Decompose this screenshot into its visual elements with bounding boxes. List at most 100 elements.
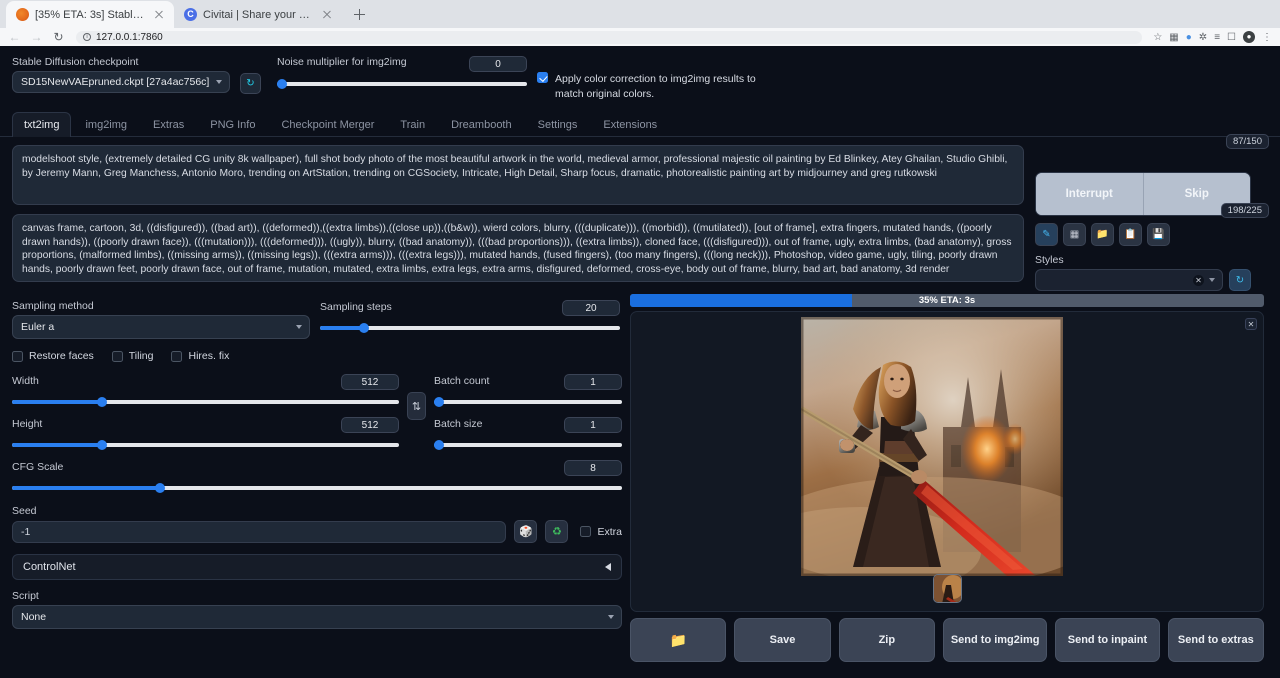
random-seed-button[interactable]: 🎲: [514, 520, 537, 543]
sampling-steps-value[interactable]: 20: [562, 300, 620, 316]
forward-icon[interactable]: →: [30, 31, 43, 43]
site-info-icon[interactable]: i: [83, 33, 91, 41]
address-bar[interactable]: i 127.0.0.1:7860: [76, 31, 1142, 44]
bookmark-star-icon[interactable]: ☆: [1153, 32, 1162, 43]
interrupt-button[interactable]: Interrupt: [1036, 173, 1143, 215]
hires-fix-checkbox[interactable]: [171, 351, 182, 362]
profile-circle-icon[interactable]: ●: [1186, 32, 1192, 43]
batch-size-value[interactable]: 1: [564, 417, 622, 433]
slider-knob[interactable]: [97, 397, 107, 407]
more-menu-icon[interactable]: ⋮: [1262, 32, 1272, 43]
batch-count-slider[interactable]: [434, 395, 622, 407]
slider-knob[interactable]: [155, 483, 165, 493]
main-tab-bar: txt2img img2img Extras PNG Info Checkpoi…: [0, 111, 1280, 137]
browser-tab-civitai[interactable]: C Civitai | Share your models: [174, 1, 342, 28]
sampling-method-label: Sampling method: [12, 300, 310, 312]
stable-diffusion-webui: Stable Diffusion checkpoint SD15NewVAEpr…: [0, 46, 1280, 678]
checkpoint-select[interactable]: SD15NewVAEpruned.ckpt [27a4ac756c]: [12, 71, 230, 93]
browser-tab-stable-diffusion[interactable]: [35% ETA: 3s] Stable Diffusion: [6, 1, 174, 28]
restore-faces-checkbox[interactable]: [12, 351, 23, 362]
pink-folder-icon[interactable]: 📁: [1091, 223, 1114, 246]
height-value[interactable]: 512: [341, 417, 399, 433]
tiling-checkbox[interactable]: [112, 351, 123, 362]
extension-grid-icon[interactable]: ▦: [1169, 32, 1178, 43]
send-to-extras-button[interactable]: Send to extras: [1168, 618, 1264, 662]
reading-list-icon[interactable]: ≡: [1214, 32, 1220, 43]
color-correction-checkbox[interactable]: [537, 72, 548, 83]
close-icon[interactable]: [320, 8, 334, 22]
styles-select[interactable]: ✕: [1035, 269, 1223, 291]
tab-txt2img[interactable]: txt2img: [12, 112, 71, 137]
refresh-icon: ↻: [246, 78, 254, 89]
tab-dreambooth[interactable]: Dreambooth: [439, 112, 524, 137]
height-label: Height: [12, 418, 42, 430]
tab-extras[interactable]: Extras: [141, 112, 196, 137]
height-slider[interactable]: [12, 438, 399, 450]
controlnet-accordion[interactable]: ControlNet: [12, 554, 622, 580]
restore-faces-option[interactable]: Restore faces: [12, 350, 94, 362]
color-correction-label: Apply color correction to img2img result…: [555, 72, 767, 102]
seed-input[interactable]: -1: [12, 521, 506, 543]
tiling-label: Tiling: [129, 350, 154, 362]
grid-icon[interactable]: ▦: [1063, 223, 1086, 246]
noise-multiplier-slider[interactable]: [277, 77, 527, 89]
slider-fill: [12, 400, 101, 404]
clear-x-icon[interactable]: ✕: [1193, 275, 1204, 286]
send-to-img2img-button[interactable]: Send to img2img: [943, 618, 1047, 662]
zip-button[interactable]: Zip: [839, 618, 935, 662]
sampling-steps-slider[interactable]: [320, 321, 620, 333]
clipboard-icon[interactable]: 📋: [1119, 223, 1142, 246]
swap-dimensions-button[interactable]: ⇅: [407, 392, 426, 420]
open-folder-button[interactable]: 📁: [630, 618, 726, 662]
dimensions-block: Width 512 Height 512: [12, 374, 622, 450]
refresh-checkpoint-button[interactable]: ↻: [240, 73, 261, 94]
tab-checkpoint-merger[interactable]: Checkpoint Merger: [269, 112, 386, 137]
cfg-scale-value[interactable]: 8: [564, 460, 622, 476]
save-style-icon[interactable]: 💾: [1147, 223, 1170, 246]
script-select[interactable]: None: [12, 605, 622, 629]
positive-prompt-input[interactable]: modelshoot style, (extremely detailed CG…: [12, 145, 1024, 205]
paint-brush-icon[interactable]: ✎: [1035, 223, 1058, 246]
tab-img2img[interactable]: img2img: [73, 112, 139, 137]
tab-settings[interactable]: Settings: [526, 112, 590, 137]
negative-prompt-input[interactable]: canvas frame, cartoon, 3d, ((disfigured)…: [12, 214, 1024, 282]
tab-extensions[interactable]: Extensions: [591, 112, 669, 137]
gallery-thumbnail[interactable]: [933, 574, 962, 603]
slider-knob[interactable]: [97, 440, 107, 450]
tiling-option[interactable]: Tiling: [112, 350, 154, 362]
batch-size-slider[interactable]: [434, 438, 622, 450]
account-avatar-icon[interactable]: ●: [1243, 31, 1255, 43]
slider-knob[interactable]: [277, 79, 287, 89]
slider-knob[interactable]: [434, 397, 444, 407]
save-button[interactable]: Save: [734, 618, 830, 662]
batch-count-value[interactable]: 1: [564, 374, 622, 390]
seed-label: Seed: [12, 505, 622, 517]
close-icon[interactable]: [152, 8, 166, 22]
reuse-seed-button[interactable]: ♻: [545, 520, 568, 543]
tab-png-info[interactable]: PNG Info: [198, 112, 267, 137]
color-correction-group[interactable]: Apply color correction to img2img result…: [537, 72, 767, 102]
new-tab-button[interactable]: [346, 2, 372, 28]
generated-image[interactable]: [801, 317, 1063, 576]
hires-fix-option[interactable]: Hires. fix: [171, 350, 229, 362]
send-to-inpaint-button[interactable]: Send to inpaint: [1055, 618, 1159, 662]
extra-seed-option[interactable]: Extra: [580, 526, 622, 538]
width-value[interactable]: 512: [341, 374, 399, 390]
close-icon[interactable]: ✕: [1245, 318, 1257, 330]
puzzle-extension-icon[interactable]: ✲: [1199, 32, 1207, 43]
tab-train[interactable]: Train: [388, 112, 437, 137]
slider-track: [434, 400, 622, 404]
reload-icon[interactable]: ↻: [52, 31, 65, 43]
sampling-method-select[interactable]: Euler a: [12, 315, 310, 339]
extra-checkbox[interactable]: [580, 526, 591, 537]
width-slider[interactable]: [12, 395, 399, 407]
chevron-down-icon[interactable]: [1209, 278, 1215, 282]
noise-multiplier-value[interactable]: 0: [469, 56, 527, 72]
browser-toolbar: ← → ↻ i 127.0.0.1:7860 ☆ ▦ ● ✲ ≡ ☐ ● ⋮: [0, 28, 1280, 46]
cfg-scale-slider[interactable]: [12, 481, 622, 493]
slider-knob[interactable]: [434, 440, 444, 450]
refresh-styles-button[interactable]: ↻: [1229, 269, 1251, 291]
sidebar-icon[interactable]: ☐: [1227, 32, 1236, 43]
back-icon[interactable]: ←: [8, 31, 21, 43]
slider-knob[interactable]: [359, 323, 369, 333]
